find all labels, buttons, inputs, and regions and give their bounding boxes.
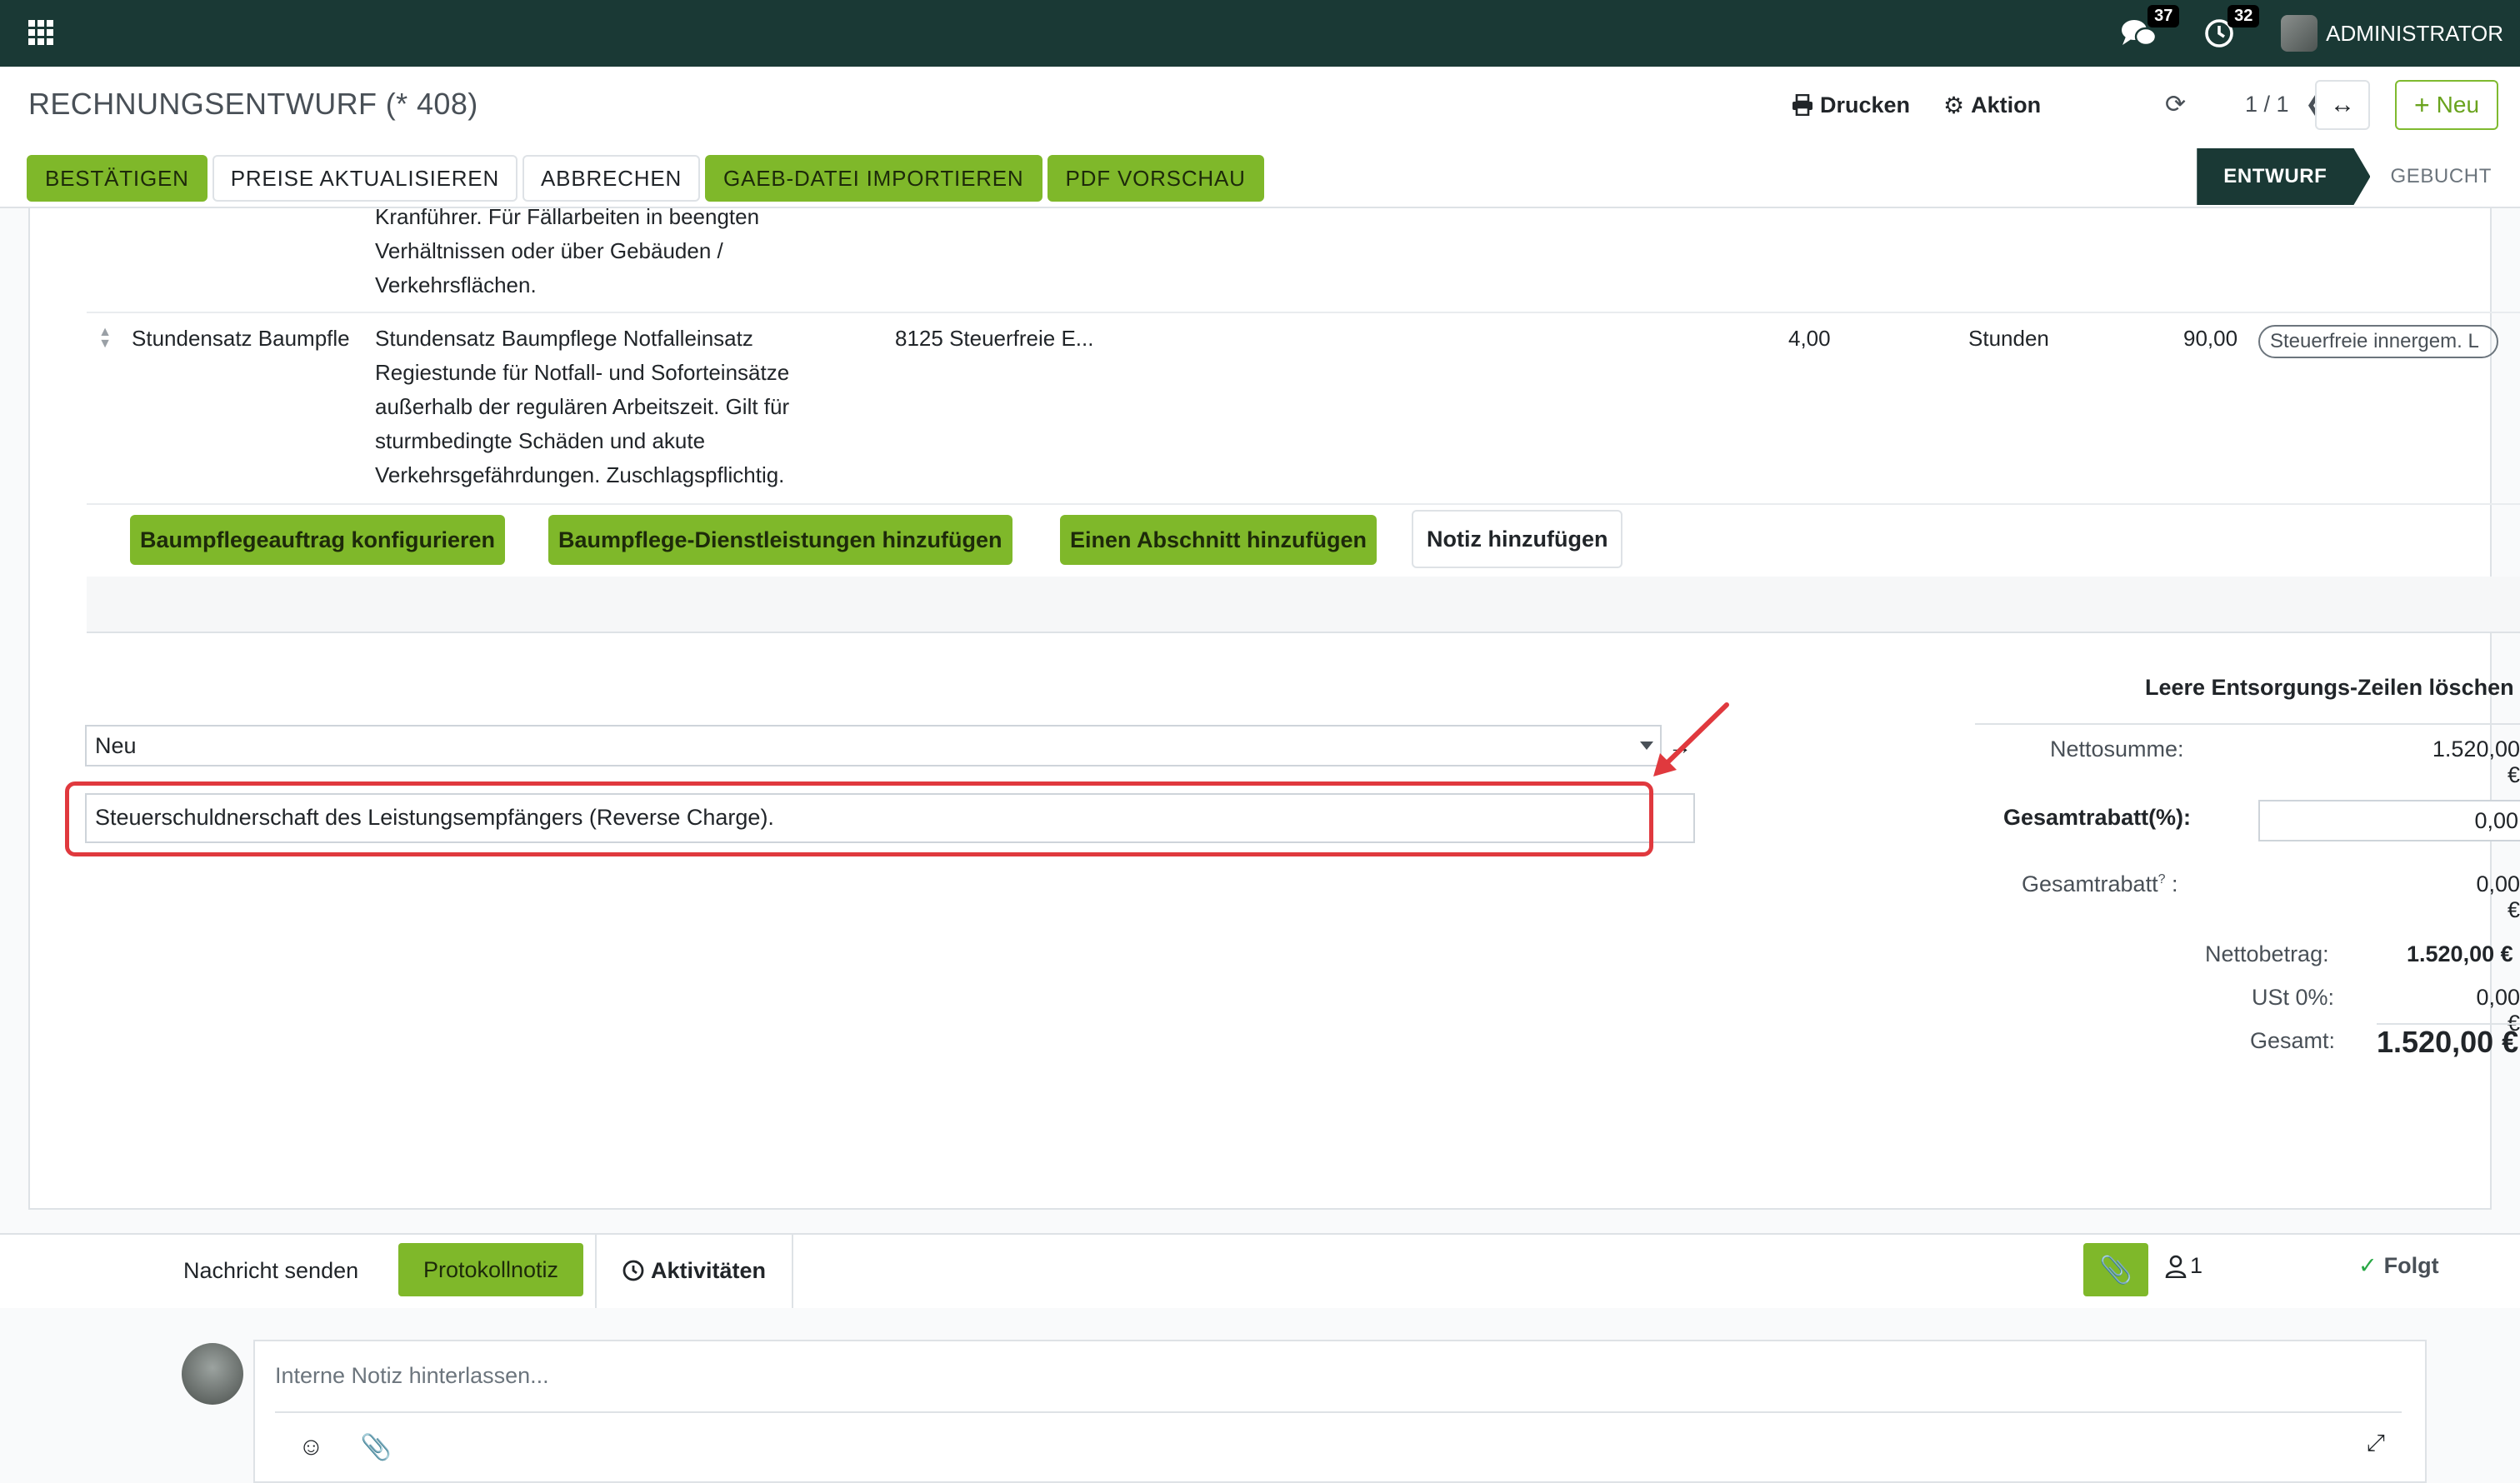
user-menu[interactable]: ADMINISTRATOR <box>2281 15 2503 52</box>
update-prices-button[interactable]: PREISE AKTUALISIEREN <box>212 155 518 202</box>
user-avatar <box>2281 15 2318 52</box>
action-label: Aktion <box>1971 92 2042 117</box>
pdf-preview-button[interactable]: PDF VORSCHAU <box>1047 155 1264 202</box>
gaeb-import-button[interactable]: GAEB-DATEI IMPORTIEREN <box>705 155 1042 202</box>
drag-handle-icon[interactable]: ▲ ▼ <box>97 326 113 351</box>
description-line: Verhältnissen oder über Gebäuden / <box>375 238 723 263</box>
total-discount-label-text: Gesamtrabatt <box>2022 871 2158 896</box>
line-account[interactable]: 8125 Steuerfreie E... <box>895 322 1093 356</box>
add-section-button[interactable]: Einen Abschnitt hinzufügen <box>1060 515 1377 565</box>
select-value: Neu <box>95 733 137 758</box>
annotation-arrow-icon <box>1653 702 1729 776</box>
line-uom[interactable]: Stunden <box>1968 322 2049 356</box>
total-discount-label-colon: : <box>2172 871 2178 896</box>
control-actions: Drucken ⚙ Aktion <box>1792 80 2041 130</box>
send-message-button[interactable]: Nachricht senden <box>183 1258 358 1284</box>
log-note-button[interactable]: Protokollnotiz <box>398 1243 583 1296</box>
pager-value[interactable]: 1 / 1 <box>2245 92 2289 117</box>
fullscreen-composer-icon[interactable]: ⤢ <box>2367 1430 2385 1457</box>
help-tooltip-icon[interactable]: ? <box>2158 872 2166 886</box>
breadcrumb: RECHNUNGSENTWURF (* 408) <box>28 87 478 121</box>
total-label: Gesamt: <box>2250 1028 2336 1053</box>
followers-count: 1 <box>2190 1253 2203 1278</box>
status-bar: ENTWURF GEBUCHT <box>2197 148 2520 205</box>
activities-label: Aktivitäten <box>650 1257 767 1283</box>
composer: Interne Notiz hinterlassen... ☺ 📎 ⤢ <box>253 1340 2427 1483</box>
total-discount-value: 0,00 € <box>2476 871 2520 922</box>
cleanup-empty-lines-button[interactable]: Leere Entsorgungs-Zeilen löschen <box>2145 675 2514 701</box>
line-price[interactable]: 90,00 <box>2183 322 2238 356</box>
status-posted[interactable]: GEBUCHT <box>2370 165 2520 188</box>
refresh-icon[interactable]: ⟳ <box>2165 90 2186 119</box>
description-line: Kranführer. Für Fällarbeiten in beengten <box>375 204 760 229</box>
empty-row-band <box>87 577 2520 633</box>
composer-toolbar: ☺ 📎 <box>298 1433 392 1462</box>
check-icon: ✓ <box>2358 1253 2378 1278</box>
arrows-horizontal-icon: ↔ <box>2330 91 2355 118</box>
composer-input[interactable]: Interne Notiz hinterlassen... <box>275 1358 2402 1413</box>
paperclip-icon[interactable]: 📎 <box>361 1433 392 1462</box>
net-sum-label: Nettosumme: <box>2050 737 2184 761</box>
net-amount-value: 1.520,00 € <box>2407 941 2513 966</box>
description-line: Verkehrsflächen. <box>375 272 537 297</box>
control-panel: RECHNUNGSENTWURF (* 408) Drucken ⚙ Aktio… <box>0 67 2520 208</box>
line-quantity[interactable]: 4,00 <box>1788 322 1831 356</box>
followers-button[interactable]: 1 <box>2165 1253 2202 1279</box>
follows-label: Folgt <box>2383 1253 2439 1278</box>
total-discount-pct-input[interactable]: 0,00 <box>2258 800 2520 841</box>
total-discount-pct-label: Gesamtrabatt(%): <box>2003 805 2192 830</box>
activities-badge: 32 <box>2228 5 2260 27</box>
net-amount-label: Nettobetrag: <box>2205 941 2329 966</box>
top-navbar: 37 32 ADMINISTRATOR <box>0 0 2520 67</box>
add-services-button[interactable]: Baumpflege-Dienstleistungen hinzufügen <box>548 515 1012 565</box>
status-draft[interactable]: ENTWURF <box>2197 148 2370 205</box>
gear-icon: ⚙ <box>1943 92 1965 118</box>
tax-label: USt 0%: <box>2252 985 2335 1010</box>
messages-badge: 37 <box>2148 5 2180 27</box>
annotation-highlight-box <box>65 781 1653 856</box>
emoji-icon[interactable]: ☺ <box>298 1433 324 1462</box>
attachments-button[interactable]: 📎 <box>2083 1243 2148 1296</box>
user-name: ADMINISTRATOR <box>2326 20 2503 46</box>
apps-menu-icon[interactable] <box>28 20 53 45</box>
cancel-button[interactable]: ABBRECHEN <box>522 155 701 202</box>
print-label: Drucken <box>1820 92 1911 117</box>
description-line: außerhalb der regulären Arbeitszeit. Gil… <box>375 394 790 419</box>
new-label: Neu <box>2436 92 2480 117</box>
messaging-menu[interactable]: 37 <box>2121 5 2180 48</box>
form-header-buttons: BESTÄTIGEN PREISE AKTUALISIEREN ABBRECHE… <box>27 155 1264 202</box>
clock-icon <box>622 1260 644 1281</box>
row-divider <box>87 312 2520 313</box>
action-button[interactable]: ⚙ Aktion <box>1943 92 2041 119</box>
note-template-select[interactable]: Neu <box>85 725 1662 766</box>
total-discount-label: Gesamtrabatt? : <box>2022 871 2178 897</box>
configure-order-button[interactable]: Baumpflegeauftrag konfigurieren <box>130 515 506 565</box>
line-tax-tag[interactable]: Steuerfreie innergem. L <box>2258 325 2498 358</box>
add-note-button[interactable]: Notiz hinzufügen <box>1412 510 1623 568</box>
composer-avatar <box>182 1343 243 1405</box>
paperclip-icon: 📎 <box>2099 1255 2132 1285</box>
line-product[interactable]: Stundensatz Baumpfle <box>132 322 350 356</box>
description-line: sturmbedingte Schäden und akute <box>375 428 706 453</box>
description-line: Stundensatz Baumpflege Notfalleinsatz <box>375 326 753 351</box>
activity-menu[interactable]: 32 <box>2204 5 2260 48</box>
person-icon <box>2165 1255 2187 1278</box>
expand-width-button[interactable]: ↔ <box>2315 80 2370 130</box>
navbar-systray: 37 32 ADMINISTRATOR <box>2121 0 2503 67</box>
line-description[interactable]: Stundensatz Baumpflege Notfalleinsatz Re… <box>375 322 789 492</box>
description-line: Regiestunde für Notfall- und Soforteinsä… <box>375 360 790 385</box>
confirm-button[interactable]: BESTÄTIGEN <box>27 155 208 202</box>
total-value: 1.520,00 € <box>2377 1025 2519 1059</box>
follow-button[interactable]: ✓ Folgt <box>2358 1253 2439 1279</box>
print-button[interactable]: Drucken <box>1792 92 1910 118</box>
activities-button[interactable]: Aktivitäten <box>595 1233 793 1308</box>
plus-icon: + <box>2413 89 2430 120</box>
new-record-button[interactable]: + Neu <box>2395 80 2498 130</box>
description-line: Verkehrsgefährdungen. Zuschlagspflichtig… <box>375 462 785 487</box>
printer-icon <box>1792 94 1812 116</box>
totals-divider <box>1975 723 2520 725</box>
net-sum-value: 1.520,00 € <box>2432 737 2520 787</box>
row-divider <box>87 503 2520 505</box>
previous-line-description: Kranführer. Für Fällarbeiten in beengten… <box>375 200 759 302</box>
